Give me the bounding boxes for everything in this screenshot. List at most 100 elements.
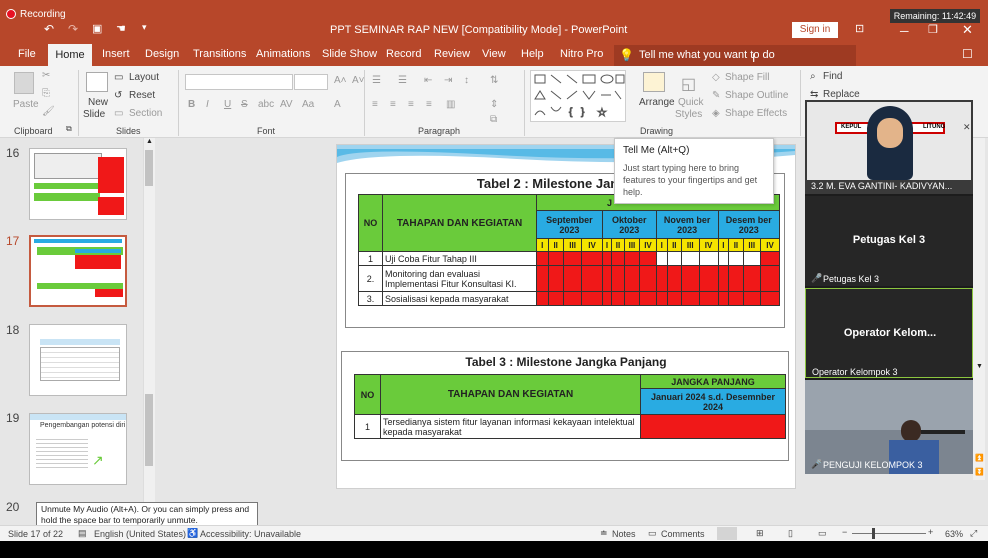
new-slide-label-2[interactable]: Slide (83, 109, 105, 120)
styles-label[interactable]: Styles (675, 109, 702, 120)
line-spacing-icon[interactable]: ↕ (464, 75, 469, 86)
bold-icon[interactable]: B (188, 99, 195, 110)
layout-button[interactable]: Layout (129, 72, 159, 83)
font-name-input[interactable] (185, 74, 293, 90)
tab-insert[interactable]: Insert (102, 48, 130, 60)
change-case-icon[interactable]: Aa (302, 99, 314, 110)
redo-icon[interactable]: ↷ (68, 22, 78, 36)
text-direction-icon[interactable]: ⇅ (490, 75, 498, 86)
slide-sorter-icon[interactable]: ⊞ (756, 528, 764, 539)
comments-icon[interactable]: ☐ (962, 47, 973, 61)
accessibility-status[interactable]: Accessibility: Unavailable (200, 529, 301, 539)
tab-animations[interactable]: Animations (256, 48, 310, 60)
prev-slide-icon[interactable]: ⏫ (975, 454, 984, 462)
thumbs-scrollbar[interactable]: ▲ (143, 138, 155, 525)
format-painter-icon[interactable]: 🖌 (42, 106, 55, 117)
new-slide-label[interactable]: New (88, 97, 108, 108)
thumbs-scroll-thumb-2[interactable] (145, 394, 153, 466)
customize-toolbar-icon[interactable]: ▾ (142, 22, 147, 33)
close-icon[interactable]: ✕ (962, 22, 973, 38)
tab-help[interactable]: Help (521, 48, 544, 60)
present-icon[interactable]: ▣ (92, 22, 102, 35)
bullets-icon[interactable]: ☰ (372, 75, 381, 86)
fit-slide-icon[interactable]: ⤢ (970, 528, 977, 539)
video-tile-2[interactable]: Petugas Kel 3 🎤 Petugas Kel 3 (805, 196, 973, 286)
smartart-icon[interactable]: ⧉ (490, 114, 497, 125)
shapes-gallery[interactable]: {} ☆ (530, 70, 626, 122)
tell-me-box[interactable]: 💡 Tell me what you want to do (614, 45, 856, 66)
thumbs-scroll-thumb[interactable] (145, 150, 153, 186)
italic-icon[interactable]: I (206, 99, 209, 110)
tab-slideshow[interactable]: Slide Show (322, 48, 377, 60)
paste-button[interactable]: Paste (13, 99, 39, 110)
text-spacing-icon[interactable]: AV (280, 99, 293, 110)
restore-icon[interactable]: ❐ (928, 23, 938, 36)
minimize-icon[interactable]: ─ (900, 24, 909, 38)
thumbnail-slide-19[interactable]: Pengembangan potensi diri ↗ (29, 413, 127, 485)
align-center-icon[interactable]: ≡ (390, 99, 396, 110)
tab-nitro[interactable]: Nitro Pro (560, 48, 603, 60)
columns-icon[interactable]: ▥ (446, 99, 455, 110)
tab-record[interactable]: Record (386, 48, 421, 60)
normal-view-icon[interactable] (717, 527, 737, 540)
tab-review[interactable]: Review (434, 48, 470, 60)
align-text-icon[interactable]: ⇕ (490, 99, 498, 110)
shape-effects-button[interactable]: Shape Effects (725, 108, 787, 119)
shape-outline-button[interactable]: Shape Outline (725, 90, 788, 101)
thumbnail-slide-16[interactable] (29, 148, 127, 220)
language-status[interactable]: English (United States) (94, 529, 186, 539)
align-right-icon[interactable]: ≡ (408, 99, 414, 110)
sign-in-button[interactable]: Sign in (792, 22, 838, 38)
align-left-icon[interactable]: ≡ (372, 99, 378, 110)
strikethrough-icon[interactable]: S (241, 99, 248, 110)
zoom-out-icon[interactable]: − (842, 527, 847, 537)
increase-indent-icon[interactable]: ⇥ (444, 75, 452, 86)
thumbnail-slide-18[interactable] (29, 324, 127, 396)
spelling-icon[interactable]: ▤ (78, 528, 87, 539)
find-button[interactable]: Find (823, 71, 842, 82)
video-tile-1[interactable]: KEPUL LITUNG ✕ 3.2 M. EVA GANTINI- KADIV… (805, 100, 973, 194)
clipboard-launcher-icon[interactable]: ⧉ (66, 124, 72, 134)
video-tile-4[interactable]: 🎤 PENGUJI KELOMPOK 3 (805, 380, 973, 474)
font-size-input[interactable] (294, 74, 328, 90)
tab-view[interactable]: View (482, 48, 506, 60)
reading-view-icon[interactable]: ▯ (788, 528, 793, 539)
reset-button[interactable]: Reset (129, 90, 155, 101)
tab-home[interactable]: Home (48, 44, 92, 66)
zoom-in-icon[interactable]: + (928, 527, 933, 537)
char-spacing-icon[interactable]: abc (258, 99, 274, 110)
numbering-icon[interactable]: ☰ (398, 75, 407, 86)
tile-menu-icon[interactable]: ✕ (963, 122, 971, 133)
arrange-button[interactable]: Arrange (639, 97, 675, 108)
scroll-down-icon[interactable]: ▼ (976, 363, 983, 370)
thumbnail-slide-17-selected[interactable] (29, 235, 127, 307)
section-button[interactable]: Section (129, 108, 162, 119)
notes-button[interactable]: Notes (612, 529, 636, 539)
shape-fill-button[interactable]: Shape Fill (725, 72, 769, 83)
increase-font-icon[interactable]: A˄ (334, 75, 347, 86)
next-slide-icon[interactable]: ⏬ (975, 468, 984, 476)
cut-icon[interactable]: ✂ (42, 70, 50, 81)
quick-label[interactable]: Quick (678, 97, 704, 108)
scroll-up-icon[interactable]: ▲ (146, 138, 153, 145)
ribbon-display-icon[interactable]: ⊡ (855, 22, 864, 35)
font-color-icon[interactable]: A (334, 99, 341, 110)
zoom-slider-thumb[interactable] (872, 528, 875, 539)
zoom-level[interactable]: 63% (945, 529, 963, 539)
undo-icon[interactable]: ↶ (44, 22, 54, 36)
tab-design[interactable]: Design (145, 48, 179, 60)
touch-mode-icon[interactable]: ☚ (116, 22, 126, 35)
zoom-slider[interactable] (852, 533, 926, 534)
replace-button[interactable]: Replace (823, 89, 860, 100)
decrease-indent-icon[interactable]: ⇤ (424, 75, 432, 86)
tab-file[interactable]: File (18, 48, 36, 60)
slideshow-icon[interactable]: ▭ (818, 528, 827, 539)
video-tile-3[interactable]: Operator Kelom... Operator Kelompok 3 (805, 288, 973, 378)
decrease-font-icon[interactable]: A˅ (352, 75, 365, 86)
justify-icon[interactable]: ≡ (426, 99, 432, 110)
tab-transitions[interactable]: Transitions (193, 48, 246, 60)
underline-icon[interactable]: U (224, 99, 231, 110)
copy-icon[interactable]: ⎘ (42, 88, 50, 99)
slide-scrollbar[interactable]: ▼ ⏫ ⏬ (973, 138, 985, 480)
comments-button[interactable]: Comments (661, 529, 705, 539)
